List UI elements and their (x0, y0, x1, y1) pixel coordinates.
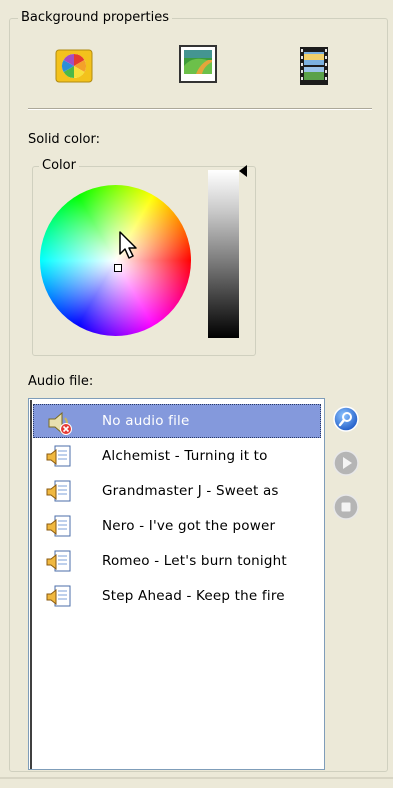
list-item-label: Grandmaster J - Sweet as (102, 483, 279, 499)
separator (28, 108, 372, 110)
audio-file-icon (46, 550, 71, 572)
list-item[interactable]: No audio file (33, 404, 321, 438)
audio-file-list[interactable]: No audio file Alchemist - Turning it to … (28, 398, 325, 770)
panel-bottom-edge (0, 777, 393, 779)
list-item-label: Romeo - Let's burn tonight (102, 553, 287, 569)
mouse-cursor-icon (119, 231, 137, 259)
audio-file-icon (46, 445, 71, 467)
color-wheel[interactable] (40, 185, 191, 336)
picture-button[interactable] (178, 44, 218, 84)
picture-icon (179, 45, 217, 83)
play-button[interactable] (333, 450, 359, 476)
list-item-label: No audio file (102, 413, 190, 429)
list-item[interactable]: Grandmaster J - Sweet as (33, 474, 321, 508)
list-item[interactable]: Nero - I've got the power (33, 509, 321, 543)
audio-file-icon (46, 515, 71, 537)
list-item[interactable]: Romeo - Let's burn tonight (33, 544, 321, 578)
no-audio-icon (48, 411, 72, 435)
list-item-label: Nero - I've got the power (102, 518, 276, 534)
play-icon (333, 450, 359, 476)
list-item-label: Step Ahead - Keep the fire (102, 588, 285, 604)
stop-icon (333, 494, 359, 520)
solid-color-button[interactable] (54, 46, 94, 86)
audio-file-label: Audio file: (28, 374, 94, 389)
color-selection-marker (114, 264, 122, 272)
slider-handle-icon[interactable] (239, 165, 248, 177)
film-icon (300, 47, 328, 85)
browse-icon (333, 406, 359, 432)
color-palette-icon (55, 49, 93, 83)
audio-file-icon (46, 480, 71, 502)
list-item-label: Alchemist - Turning it to (102, 448, 268, 464)
list-item[interactable]: Step Ahead - Keep the fire (33, 579, 321, 613)
color-group-label: Color (39, 158, 79, 174)
brightness-slider[interactable] (208, 170, 239, 338)
audio-file-icon (46, 585, 71, 607)
background-properties-title: Background properties (18, 10, 173, 26)
list-item[interactable]: Alchemist - Turning it to (33, 439, 321, 473)
solid-color-label: Solid color: (28, 132, 100, 147)
stop-button[interactable] (333, 494, 359, 520)
browse-audio-button[interactable] (333, 406, 359, 432)
video-button[interactable] (294, 46, 334, 86)
